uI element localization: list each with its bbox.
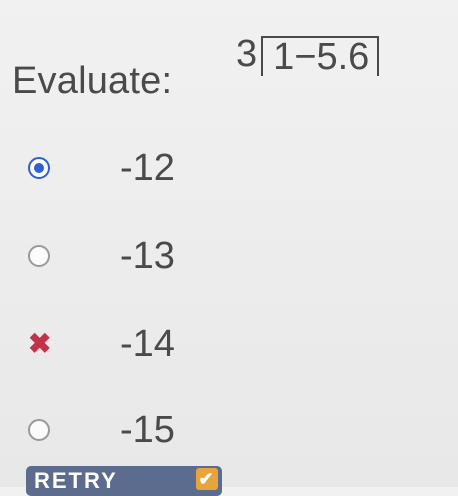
math-expression: 3 1−5.6	[236, 28, 380, 78]
answer-option[interactable]: ✖ -14	[0, 311, 300, 371]
answer-option[interactable]: -12	[0, 135, 300, 195]
radio-selected-icon[interactable]	[28, 157, 50, 179]
expression-coefficient: 3	[236, 33, 258, 75]
question: Evaluate: 3 1−5.6	[10, 28, 450, 108]
expression-ceiling-bracket: 1−5.6	[261, 36, 380, 78]
radio-icon[interactable]	[28, 245, 50, 267]
answer-option-label: -12	[120, 147, 175, 189]
answer-option[interactable]: -15	[0, 397, 300, 457]
answer-option-label: -15	[120, 409, 175, 451]
expression-inner: 1−5.6	[273, 36, 370, 78]
answer-option-label: -13	[120, 235, 175, 277]
radio-icon[interactable]	[28, 419, 50, 441]
question-prompt: Evaluate:	[12, 60, 173, 102]
answer-option[interactable]: -13	[0, 223, 300, 283]
incorrect-x-icon: ✖	[28, 328, 52, 359]
retry-button-label: RETRY	[34, 468, 118, 493]
answer-option-label: -14	[120, 323, 175, 365]
retry-button[interactable]: RETRY ✔	[26, 466, 222, 496]
